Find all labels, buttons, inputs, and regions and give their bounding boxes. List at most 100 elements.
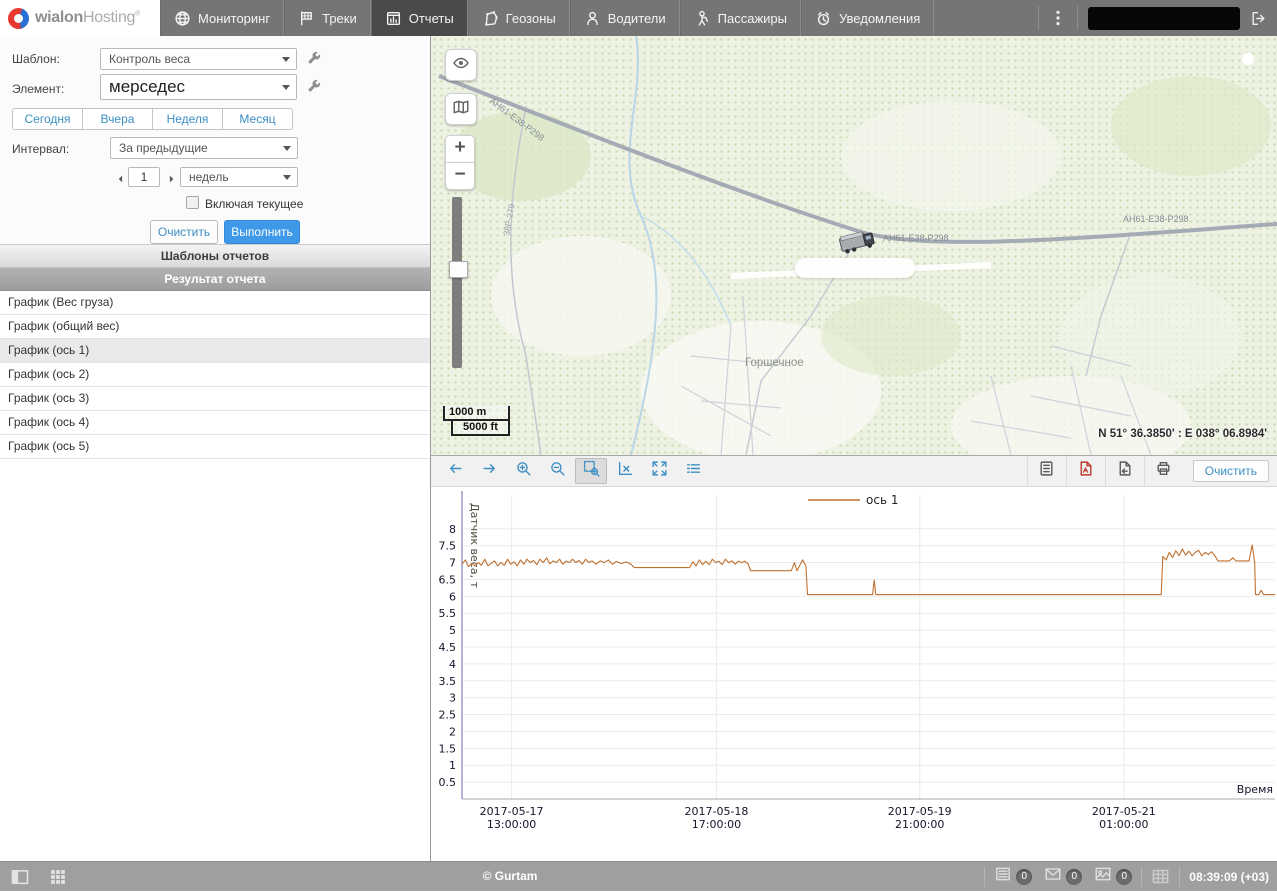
print-icon: [1155, 460, 1172, 482]
y-axis-title: Датчик веса, т: [468, 503, 481, 589]
toggle-panel-icon[interactable]: [10, 867, 30, 887]
legend-icon: [685, 460, 702, 482]
open-report-table-button[interactable]: [1027, 456, 1066, 486]
report-result-item[interactable]: График (общий вес): [0, 315, 430, 339]
nav-tab-passenger[interactable]: Пассажиры: [680, 0, 801, 36]
nav-tab-label: Водители: [608, 11, 666, 26]
template-settings-wrench-icon[interactable]: [305, 50, 322, 67]
road-label-secondary: 38Р-279: [501, 203, 516, 237]
report-result-list: График (Вес груза)График (общий вес)Граф…: [0, 291, 430, 459]
top-nav: МониторингТрекиОтчеты Геозоны Водители Пасс…: [160, 0, 934, 36]
map[interactable]: АН61-Е38-Р298 АН61-Е38-Р298 АН61-Е38-Р29…: [431, 36, 1277, 455]
table-view-icon[interactable]: [1151, 867, 1170, 886]
templates-section-header[interactable]: Шаблоны отчетов: [0, 244, 430, 268]
chart-export-tools: [1027, 456, 1183, 486]
export-icon: [1116, 460, 1133, 482]
y-tick-label: 7: [449, 557, 456, 570]
clear-report-button[interactable]: Очистить: [150, 220, 218, 244]
counter-badge: 0: [1116, 869, 1132, 885]
x-tick-date: 2017-05-21: [1092, 805, 1156, 818]
export-file-button[interactable]: [1105, 456, 1144, 486]
quick-range-buttons: СегодняВчераНеделяМесяц: [12, 108, 293, 130]
zoom-x-interval-button[interactable]: [609, 458, 641, 484]
road-label: АН61-Е38-Р298: [1123, 214, 1189, 224]
photo-counter[interactable]: 0: [1094, 865, 1132, 888]
envelope-counter[interactable]: 0: [1044, 865, 1082, 888]
report-result-item[interactable]: График (ось 4): [0, 411, 430, 435]
nav-tab-globe[interactable]: Мониторинг: [160, 0, 284, 36]
interval-label: Интервал:: [12, 142, 69, 156]
quick-range-button[interactable]: Сегодня: [12, 108, 83, 130]
statusbar-separator: [1179, 867, 1180, 887]
map-layers-button[interactable]: [445, 93, 477, 125]
chart-legend-button[interactable]: [677, 458, 709, 484]
y-tick-label: 3: [449, 692, 456, 705]
zoom-in-button[interactable]: [507, 458, 539, 484]
x-tick-time: 17:00:00: [692, 818, 741, 831]
nav-tab-report[interactable]: Отчеты: [371, 0, 468, 36]
interval-count-input[interactable]: [128, 167, 160, 187]
nav-tab-label: Геозоны: [506, 11, 556, 26]
chart-clear-button[interactable]: Очистить: [1193, 460, 1269, 482]
map-zoom-out-button[interactable]: −: [445, 162, 475, 190]
execute-report-button[interactable]: Выполнить: [224, 220, 300, 244]
y-tick-label: 8: [449, 523, 456, 536]
eye-icon: [452, 54, 470, 77]
map-provider-logo: [1235, 46, 1261, 72]
more-menu-icon[interactable]: [1049, 9, 1067, 27]
interval-select[interactable]: За предыдущие: [110, 137, 298, 159]
quick-range-button[interactable]: Неделя: [152, 108, 223, 130]
apps-grid-icon[interactable]: [48, 867, 68, 887]
nav-tab-driver[interactable]: Водители: [570, 0, 680, 36]
history-back-button[interactable]: [439, 458, 471, 484]
nav-tab-geofence[interactable]: Геозоны: [468, 0, 570, 36]
y-tick-label: 6.5: [439, 573, 457, 586]
result-section-header[interactable]: Результат отчета: [0, 268, 430, 291]
export-pdf-button[interactable]: [1066, 456, 1105, 486]
pdf-icon: [1077, 460, 1094, 482]
history-forward-button[interactable]: [473, 458, 505, 484]
report-result-item[interactable]: График (ось 2): [0, 363, 430, 387]
y-tick-label: 4.5: [439, 641, 457, 654]
flag-icon: [298, 10, 315, 27]
unit-settings-wrench-icon[interactable]: [305, 78, 322, 95]
msg-doc-counter[interactable]: 0: [994, 865, 1032, 888]
template-select[interactable]: Контроль веса: [100, 48, 297, 70]
nav-tab-flag[interactable]: Треки: [284, 0, 371, 36]
notification-counters: 000: [994, 865, 1132, 888]
print-report-button[interactable]: [1144, 456, 1183, 486]
report-result-item[interactable]: График (ось 3): [0, 387, 430, 411]
road-label: АН61-Е38-Р298: [883, 233, 949, 243]
fit-screen-button[interactable]: [643, 458, 675, 484]
quick-range-button[interactable]: Вчера: [82, 108, 153, 130]
report-result-item[interactable]: График (ось 1): [0, 339, 430, 363]
unit-name-tooltip: [795, 258, 915, 278]
visibility-eye-button[interactable]: [445, 49, 477, 81]
map-zoom-in-button[interactable]: +: [445, 135, 475, 163]
decrement-caret-icon[interactable]: [115, 172, 127, 184]
chevron-down-icon: [283, 175, 291, 180]
zoom-out-button[interactable]: [541, 458, 573, 484]
report-result-item[interactable]: График (Вес груза): [0, 291, 430, 315]
report-chart[interactable]: 0.511.522.533.544.555.566.577.58Датчик в…: [431, 487, 1277, 849]
x-tick-time: 21:00:00: [895, 818, 944, 831]
map-zoom-slider-handle[interactable]: [449, 261, 468, 278]
quick-range-button[interactable]: Месяц: [222, 108, 293, 130]
report-result-item[interactable]: График (ось 5): [0, 435, 430, 459]
unit-select[interactable]: мерседес: [100, 74, 297, 100]
include-current-checkbox[interactable]: [186, 196, 199, 209]
x-tick-time: 13:00:00: [487, 818, 536, 831]
nav-tab-alarm[interactable]: Уведомления: [801, 0, 934, 36]
user-name-redacted[interactable]: [1088, 7, 1240, 30]
zoom-out-icon: [549, 460, 566, 482]
interval-unit-select[interactable]: недель: [180, 167, 298, 187]
unit-marker-truck-icon[interactable]: [839, 229, 875, 254]
zoom-selection-button[interactable]: [575, 458, 607, 484]
increment-caret-icon[interactable]: [165, 172, 177, 184]
chevron-down-icon: [283, 146, 291, 151]
alarm-icon: [815, 10, 832, 27]
map-zoom-slider[interactable]: [452, 197, 462, 368]
logout-icon[interactable]: [1250, 10, 1267, 27]
chart-tools-left: [431, 458, 709, 484]
template-label: Шаблон:: [12, 52, 60, 66]
